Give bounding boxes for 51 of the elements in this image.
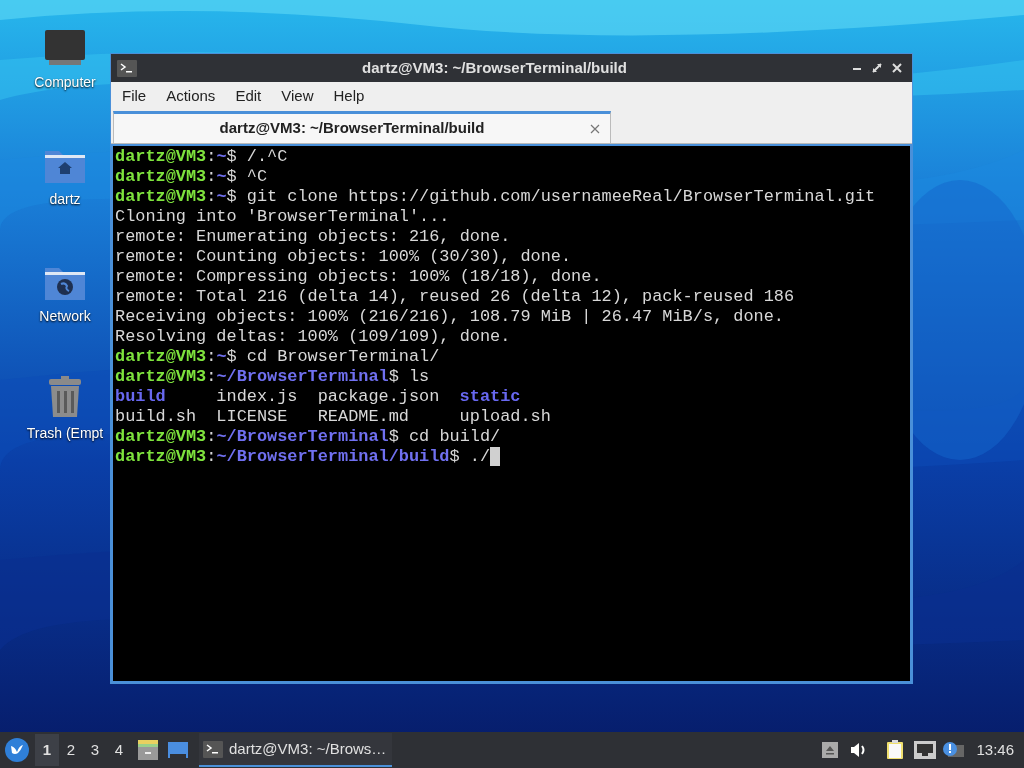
terminal-line: dartz@VM3:~$ /.^C [115,147,288,167]
file-name: index.js [216,387,299,407]
desktop-icon-label[interactable]: Network [39,306,91,327]
menu-item[interactable]: File [113,85,156,108]
close-icon[interactable] [892,63,902,73]
maximize-icon[interactable] [872,63,882,73]
terminal-line: remote: Total 216 (delta 14), reused 26 (delta 12), pack-reused 186 [115,287,795,306]
clipboard-icon[interactable] [886,740,905,760]
terminal-line: remote: Compressing objects: 100% (18/18), done. [115,267,602,286]
workspace-button[interactable]: 1 [35,734,59,766]
network-icon[interactable] [914,741,937,759]
terminal-tab[interactable]: dartz@VM3: ~/BrowserTerminal/build [113,111,611,143]
workspace-button[interactable]: 3 [83,734,107,766]
notification-icon[interactable] [942,741,965,759]
file-cabinet-icon[interactable] [137,739,159,761]
file-name: build [115,387,167,407]
terminal-icon [117,59,137,77]
menu-item[interactable]: Actions [157,85,225,108]
desktop-icon-label[interactable]: dartz [49,189,81,210]
terminal-line: dartz@VM3:~/BrowserTerminal/build$ ./ [115,447,491,467]
terminal-line: Resolving deltas: 100% (109/109), done. [115,327,511,346]
terminal-line: Cloning into 'BrowserTerminal'... [115,207,450,226]
file-name: README.md [317,407,410,427]
monitor-icon [43,28,87,68]
menu-item[interactable]: View [272,85,323,108]
terminal-line: dartz@VM3:~/BrowserTerminal$ cd build/ [115,427,501,447]
file-name: build.sh [115,407,198,427]
show-desktop-icon[interactable] [167,741,189,759]
eject-icon[interactable] [822,742,839,758]
workspace-button[interactable]: 4 [107,734,131,766]
clock[interactable]: 13:46 [976,738,1014,762]
file-name: package.json [317,387,441,407]
start-menu-icon[interactable] [5,738,29,762]
terminal-icon [203,740,223,758]
window-title: dartz@VM3: ~/BrowserTerminal/build [361,57,628,78]
menu-item[interactable]: Help [324,85,374,108]
terminal-line: dartz@VM3:~$ ^C [115,167,268,187]
taskbar-window-button[interactable]: dartz@VM3: ~/Brows… [199,733,392,767]
menu-item[interactable]: Edit [226,85,271,108]
desktop-icon-label[interactable]: Trash (Empt [26,423,104,444]
file-name: upload.sh [459,407,552,427]
terminal-line: remote: Counting objects: 100% (30/30), done. [115,247,572,266]
terminal-line: remote: Enumerating objects: 216, done. [115,227,511,246]
terminal-line: dartz@VM3:~$ git clone https://github.com/usernameeReal/BrowserTerminal.git [115,187,876,207]
file-name: static [459,387,522,407]
terminal-line: Receiving objects: 100% (216/216), 108.79 MiB | 26.47 MiB/s, done. [115,307,784,326]
terminal-line: dartz@VM3:~$ cd BrowserTerminal/ [115,347,440,367]
close-tab-icon[interactable] [590,123,600,134]
workspace-button[interactable]: 2 [59,734,83,766]
file-name: LICENSE [216,407,289,427]
terminal-line: dartz@VM3:~/BrowserTerminal$ ls [115,367,430,387]
